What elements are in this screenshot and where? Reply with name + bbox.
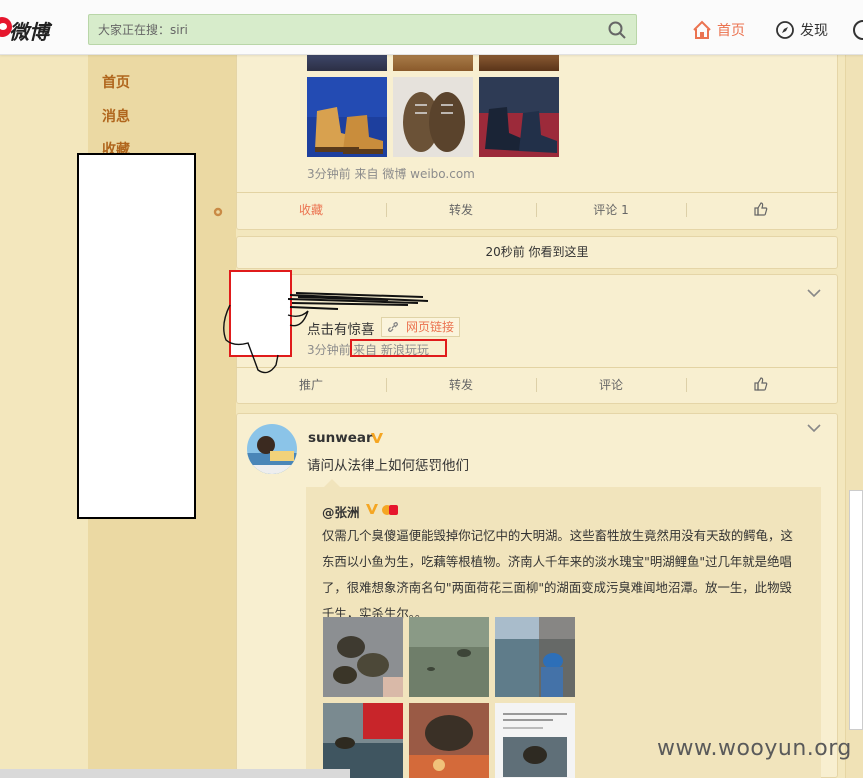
post-from-label: 来自: [354, 167, 379, 181]
watermark: www.wooyun.org: [657, 736, 852, 761]
nav-discover-label: 发现: [800, 23, 828, 39]
repost-image[interactable]: [323, 703, 403, 778]
chevron-down-icon[interactable]: [807, 423, 821, 433]
logo-text: 微博: [9, 20, 49, 44]
redaction-box: [77, 153, 196, 519]
post-text: 请问从法律上如何惩罚他们: [307, 458, 469, 474]
repost-text: 仅需几个臭傻逼便能毁掉你记忆中的大明湖。这些畜牲放生竟然用没有天敌的鳄龟，这东西…: [322, 528, 793, 621]
post-image[interactable]: [479, 77, 559, 157]
chevron-down-icon[interactable]: [807, 288, 821, 298]
thumbs-up-icon: [754, 202, 768, 216]
nav-home-label: 首页: [717, 23, 745, 39]
like-button[interactable]: [686, 368, 836, 402]
read-position-divider[interactable]: 20秒前 你看到这里: [236, 236, 838, 269]
repost-pointer: [324, 479, 340, 487]
top-bar: 微博 首页 发现: [0, 0, 863, 55]
repost-image[interactable]: [495, 703, 575, 778]
repost-image[interactable]: [409, 617, 489, 697]
search-icon[interactable]: [607, 20, 627, 40]
post-actions: 收藏 转发 评论 1: [236, 192, 838, 226]
repost-author[interactable]: @张洲: [322, 502, 360, 521]
like-button[interactable]: [686, 193, 836, 227]
leftnav-item-messages[interactable]: 消息: [102, 106, 130, 126]
compass-icon: [776, 21, 794, 39]
leftnav-item-home[interactable]: 首页: [102, 72, 130, 92]
search-box: [88, 14, 637, 45]
post-time[interactable]: 3分钟前: [307, 167, 351, 181]
thumbs-up-icon: [754, 377, 768, 391]
nav-home[interactable]: 首页: [692, 18, 745, 42]
favorite-button[interactable]: 收藏: [236, 193, 386, 227]
settings-gear-icon[interactable]: [212, 206, 224, 218]
post-source[interactable]: 微博 weibo.com: [382, 167, 475, 181]
game-icon[interactable]: [853, 20, 863, 40]
horizontal-scrollbar[interactable]: [0, 769, 350, 778]
username[interactable]: sunwear: [308, 430, 373, 446]
post-image[interactable]: [393, 77, 473, 157]
verified-v-icon[interactable]: [365, 502, 379, 516]
repost-image[interactable]: [323, 617, 403, 697]
weibo-logo[interactable]: 微博: [0, 14, 62, 44]
nav-discover[interactable]: 发现: [775, 18, 828, 42]
search-input[interactable]: [89, 15, 599, 44]
member-badge-icon[interactable]: [381, 501, 399, 517]
right-panel-edge: [849, 490, 863, 730]
repost-image[interactable]: [495, 617, 575, 697]
comment-button[interactable]: 评论 1: [536, 193, 686, 227]
verified-v-icon[interactable]: [370, 431, 384, 445]
scribble-redaction: [223, 292, 429, 374]
comment-button[interactable]: 评论: [536, 368, 686, 402]
forward-button[interactable]: 转发: [386, 193, 536, 227]
post-image[interactable]: [307, 77, 387, 157]
avatar[interactable]: [246, 423, 298, 475]
post-meta: 3分钟前 来自 微博 weibo.com: [307, 165, 475, 182]
home-icon: [693, 20, 711, 39]
repost-image[interactable]: [409, 703, 489, 778]
